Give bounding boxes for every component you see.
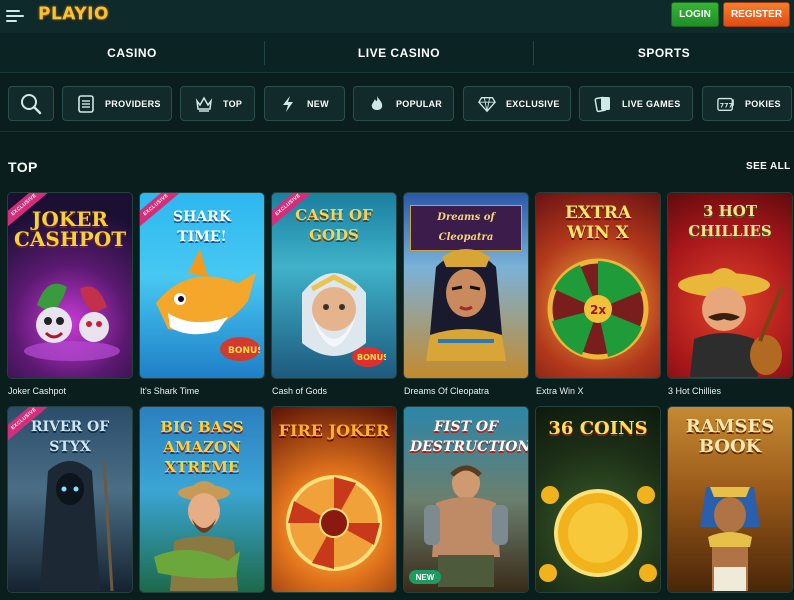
shark-illustration: BONUS (156, 249, 260, 361)
category-providers[interactable]: PROVIDERS (62, 86, 172, 121)
game-art-title: SHARK TIME! (172, 209, 231, 245)
svg-text:BONUS: BONUS (357, 353, 386, 362)
coins-illustration (539, 486, 657, 582)
fire-wheel-illustration (286, 475, 382, 571)
hamburger-icon[interactable] (6, 8, 24, 24)
game-art-title: 36 COINS (548, 418, 648, 439)
game-tile-dreams-of-cleopatra[interactable]: Dreams of Cleopatra (404, 193, 528, 378)
game-tile-fist-of-destruction[interactable]: FIST OF DESTRUCTION NEW (404, 407, 528, 592)
see-all-link[interactable]: SEE ALL (746, 161, 791, 172)
tab-live-casino[interactable]: LIVE CASINO (265, 33, 533, 73)
svg-text:777: 777 (720, 102, 733, 109)
category-label: TOP (223, 98, 243, 109)
tab-casino[interactable]: CASINO (0, 33, 264, 73)
category-label: POPULAR (396, 98, 443, 109)
game-name: 3 Hot Chillies (668, 386, 722, 396)
lightning-icon (279, 95, 297, 113)
tab-sports[interactable]: SPORTS (534, 33, 794, 73)
category-label: LIVE GAMES (622, 98, 681, 109)
slot-machine-icon: 777 (717, 95, 735, 113)
game-tile-joker-cashpot[interactable]: JOKER CASHPOT EXCLUSIVE (8, 193, 132, 378)
category-top[interactable]: TOP (180, 86, 255, 121)
game-name: Cash of Gods (272, 386, 328, 396)
game-art-title: FIST OF DESTRUCTION (410, 419, 528, 455)
game-name: Dreams Of Cleopatra (404, 386, 490, 396)
register-button[interactable]: REGISTER (723, 2, 790, 27)
search-button[interactable] (8, 86, 54, 121)
cleopatra-illustration (426, 249, 506, 361)
game-art-title: RAMSES BOOK (685, 416, 775, 457)
game-name: Extra Win X (536, 386, 584, 396)
game-tile-3-hot-chillies[interactable]: 3 HOT CHILLIES (668, 193, 792, 378)
game-tile-river-of-styx[interactable]: RIVER OF STYX EXCLUSIVE (8, 407, 132, 592)
game-name: Joker Cashpot (8, 386, 67, 396)
new-badge: NEW (409, 570, 441, 584)
fisherman-illustration (154, 481, 240, 591)
zeus-illustration: BONUS (302, 273, 386, 367)
game-tile-cash-of-gods[interactable]: CASH OF GODS BONUS EXCLUSIVE (272, 193, 396, 378)
crown-icon (195, 95, 213, 113)
warrior-illustration (424, 465, 508, 587)
game-art-title: BIG BASS AMAZON XTREME (160, 418, 244, 476)
providers-icon (77, 94, 95, 113)
game-art-title: EXTRA WIN X (564, 203, 632, 243)
diamond-icon (478, 95, 496, 113)
category-bar: PROVIDERS TOP NEW POPULAR EXCLUSIVE LIVE… (0, 74, 794, 132)
category-label: EXCLUSIVE (506, 98, 560, 109)
category-pokies[interactable]: 777 POKIES (702, 86, 792, 121)
category-new[interactable]: NEW (264, 86, 345, 121)
logo[interactable]: PLAYIO (38, 4, 109, 24)
wheel-illustration: 2x (547, 258, 649, 360)
game-art-title: FIRE JOKER (278, 421, 390, 440)
category-label: NEW (307, 98, 329, 109)
game-tile-shark-time[interactable]: SHARK TIME! BONUS EXCLUSIVE (140, 193, 264, 378)
top-header: PLAYIO LOGIN REGISTER (0, 0, 794, 33)
game-name: It's Shark Time (140, 386, 200, 396)
category-live-games[interactable]: LIVE GAMES (579, 86, 693, 121)
svg-text:2x: 2x (590, 303, 606, 317)
game-art-title: CASH OF GODS (295, 206, 373, 244)
category-label: POKIES (745, 98, 781, 109)
category-label: PROVIDERS (105, 98, 161, 109)
search-icon (20, 93, 42, 115)
ferryman-illustration (40, 460, 114, 591)
mariachi-illustration (678, 268, 784, 377)
game-tile-extra-win-x[interactable]: EXTRA WIN X 2x (536, 193, 660, 378)
game-art-title: 3 HOT CHILLIES (688, 202, 772, 240)
section-title: TOP (8, 159, 38, 175)
pharaoh-illustration (700, 487, 760, 591)
game-tile-fire-joker[interactable]: FIRE JOKER (272, 407, 396, 592)
game-tile-ramses-book[interactable]: RAMSES BOOK (668, 407, 792, 592)
game-art-title: JOKER CASHPOT (14, 207, 127, 251)
cards-icon (594, 95, 612, 113)
category-popular[interactable]: POPULAR (353, 86, 454, 121)
svg-text:BONUS: BONUS (228, 346, 260, 356)
main-nav: CASINO LIVE CASINO SPORTS (0, 33, 794, 73)
login-button[interactable]: LOGIN (671, 2, 719, 27)
game-tile-big-bass-amazon-xtreme[interactable]: BIG BASS AMAZON XTREME (140, 407, 264, 592)
category-exclusive[interactable]: EXCLUSIVE (463, 86, 571, 121)
joker-illustration (24, 283, 120, 361)
game-tile-36-coins[interactable]: 36 COINS (536, 407, 660, 592)
flame-icon (368, 95, 386, 113)
